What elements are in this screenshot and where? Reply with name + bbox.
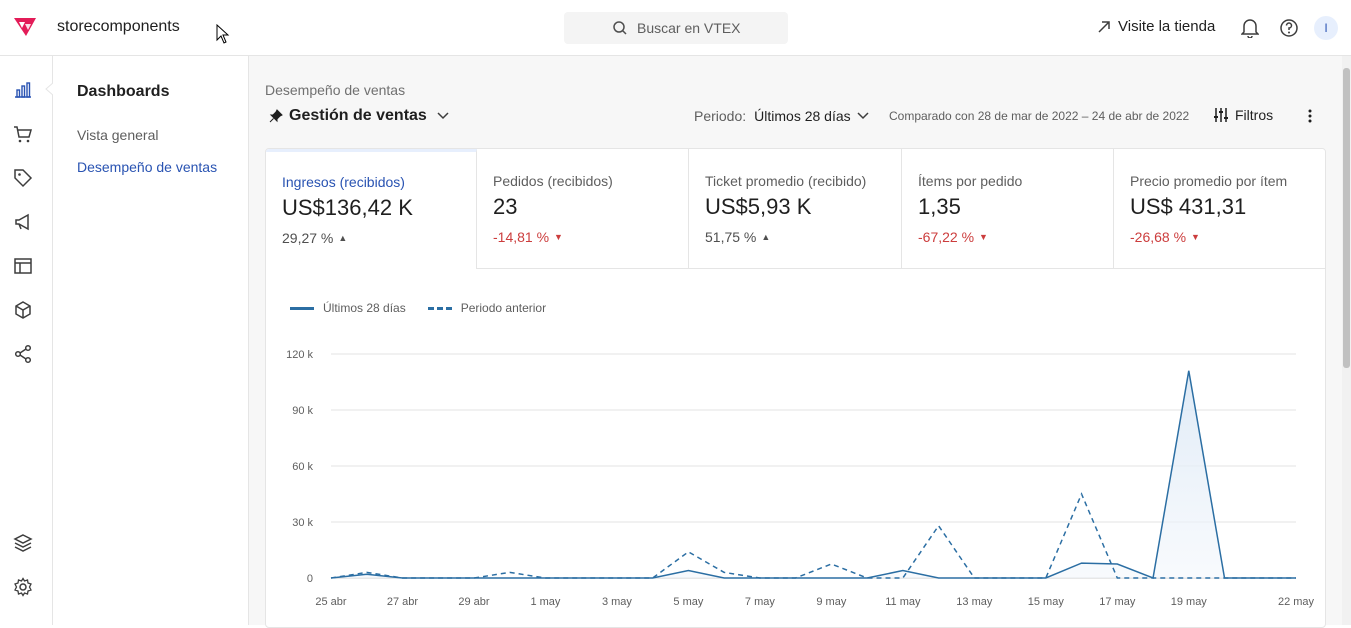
search-input[interactable]: Buscar en VTEX <box>564 12 788 44</box>
tag-icon[interactable] <box>13 168 33 188</box>
arrow-up-right-icon <box>1098 20 1110 33</box>
avatar[interactable]: I <box>1314 16 1338 40</box>
x-tick-label: 7 may <box>745 596 775 608</box>
sidebar-item-vista-general[interactable]: Vista general <box>77 127 158 143</box>
y-tick-label: 0 <box>307 573 313 585</box>
cart-icon[interactable] <box>13 124 33 144</box>
box-icon[interactable] <box>13 300 33 320</box>
breadcrumb: Desempeño de ventas <box>265 82 406 98</box>
sidebar-item-desempeno-de-ventas[interactable]: Desempeño de ventas <box>77 159 217 175</box>
share-icon[interactable] <box>13 344 33 364</box>
layout-icon[interactable] <box>13 256 33 276</box>
x-tick-label: 5 may <box>673 596 703 608</box>
top-bar: storecomponents Buscar en VTEX Visite la… <box>0 0 1351 56</box>
x-tick-label: 11 may <box>885 596 921 608</box>
account-name[interactable]: storecomponents <box>57 18 180 36</box>
filters-label: Filtros <box>1235 107 1274 123</box>
scrollbar[interactable] <box>1342 56 1351 625</box>
x-tick-label: 15 may <box>1028 596 1065 608</box>
pin-icon <box>269 109 283 123</box>
x-tick-label: 9 may <box>816 596 846 608</box>
x-tick-label: 25 abr <box>315 596 347 608</box>
main-content: Desempeño de ventas Gestión de ventas Pe… <box>249 56 1342 628</box>
series-area <box>331 370 1296 578</box>
x-tick-label: 17 may <box>1099 596 1136 608</box>
x-tick-label: 29 abr <box>458 596 490 608</box>
y-tick-label: 60 k <box>292 461 313 473</box>
page-title: Gestión de ventas <box>289 107 427 124</box>
chevron-down-icon <box>857 112 869 120</box>
mouse-cursor-icon <box>216 24 230 44</box>
period-label: Periodo: <box>694 108 747 124</box>
dashboard-chart-icon[interactable] <box>13 80 33 100</box>
sales-card: Ingresos (recibidos) US$136,42 K 29,27 % ▲ P… <box>265 148 1326 628</box>
more-options-icon[interactable] <box>1307 108 1313 124</box>
y-tick-label: 120 k <box>286 349 313 361</box>
layers-icon[interactable] <box>13 533 33 553</box>
megaphone-icon[interactable] <box>13 212 33 232</box>
gear-icon[interactable] <box>13 577 33 597</box>
visit-store-link[interactable]: Visite la tienda <box>1097 18 1215 35</box>
icon-rail <box>0 56 54 625</box>
x-tick-label: 19 may <box>1171 596 1208 608</box>
x-tick-label: 22 may <box>1278 596 1315 608</box>
search-placeholder: Buscar en VTEX <box>637 20 741 36</box>
period-value: Últimos 28 días <box>754 108 851 124</box>
comparison-text: Comparado con 28 de mar de 2022 – 24 de … <box>889 109 1190 123</box>
vtex-logo-icon[interactable] <box>12 16 38 38</box>
period-selector[interactable]: Periodo: Últimos 28 días <box>694 108 869 124</box>
bell-icon[interactable] <box>1241 18 1259 38</box>
filters-button[interactable]: Filtros <box>1213 107 1273 123</box>
sliders-icon <box>1214 108 1228 122</box>
revenue-chart: 0 30 k 60 k 90 k 120 k 25 abr 27 abr 29 abr 1 ma… <box>286 349 1315 608</box>
x-tick-label: 3 may <box>602 596 632 608</box>
series-line-current[interactable] <box>330 370 1296 580</box>
search-icon <box>613 21 627 35</box>
scrollbar-thumb[interactable] <box>1343 68 1350 368</box>
dashboard-selector[interactable]: Gestión de ventas <box>269 107 449 125</box>
sidebar: Dashboards Vista general Desempeño de ve… <box>53 56 249 625</box>
visit-store-label: Visite la tienda <box>1118 18 1216 35</box>
y-tick-label: 90 k <box>292 405 313 417</box>
y-tick-label: 30 k <box>292 517 313 529</box>
help-icon[interactable] <box>1279 18 1299 38</box>
sidebar-title: Dashboards <box>77 83 170 100</box>
x-tick-label: 1 may <box>530 596 560 608</box>
series-line-previous[interactable] <box>330 492 1296 579</box>
x-tick-label: 27 abr <box>387 596 419 608</box>
x-tick-label: 13 may <box>956 596 993 608</box>
chevron-down-icon <box>437 112 449 120</box>
